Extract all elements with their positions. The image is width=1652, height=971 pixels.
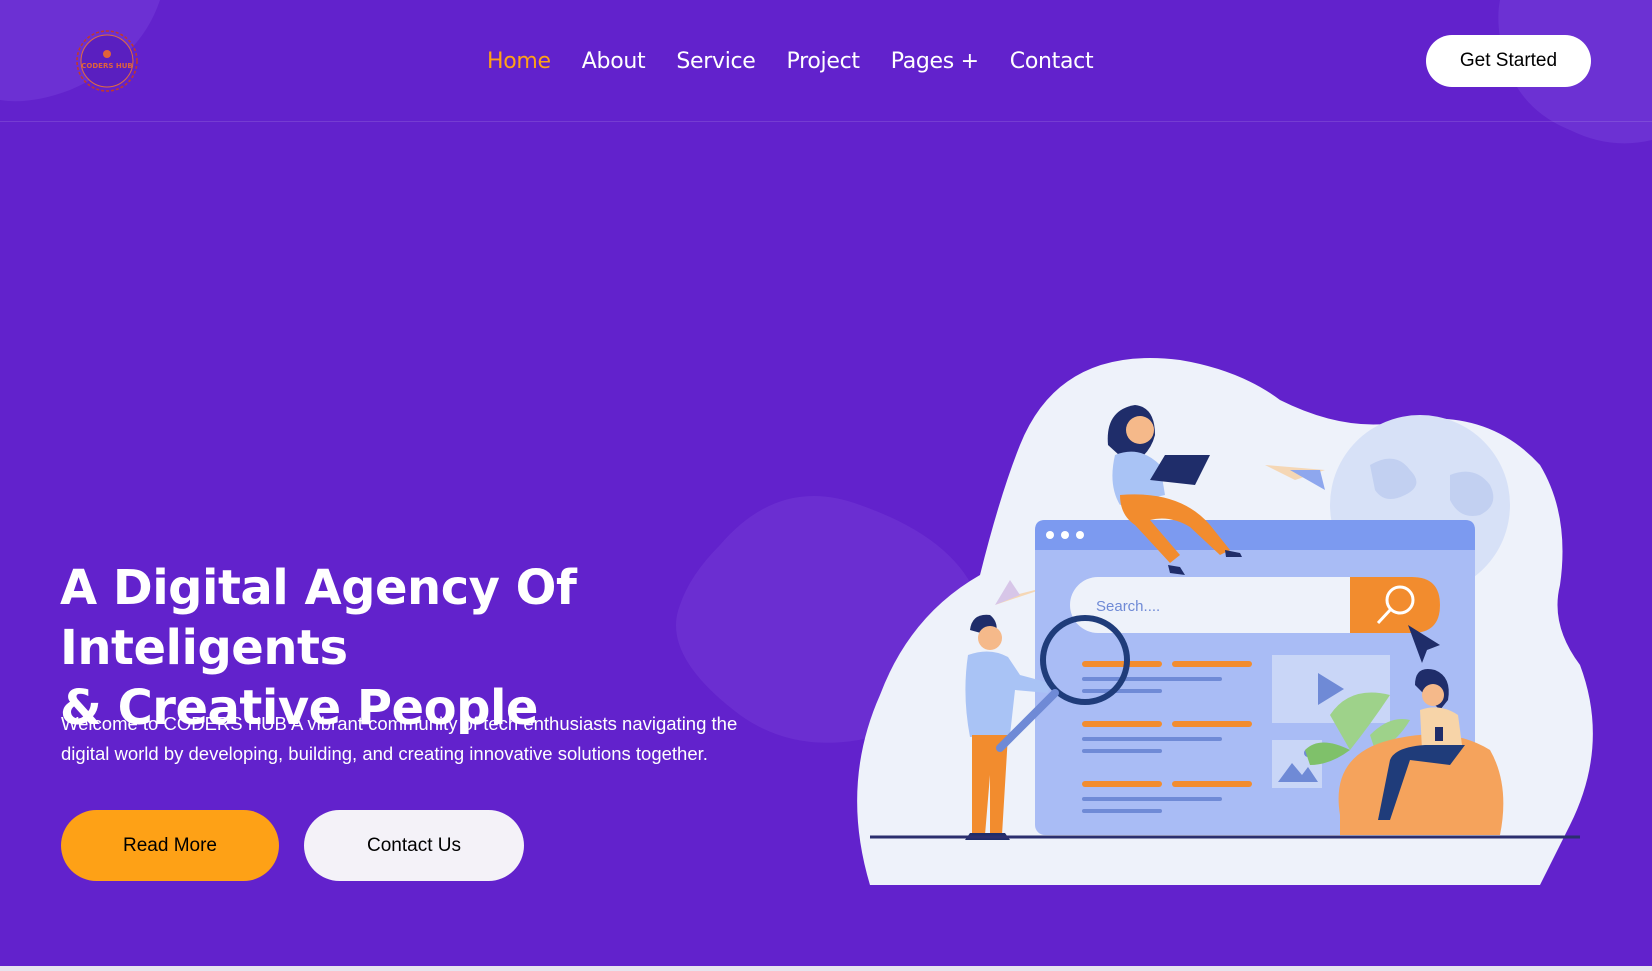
nav-pages-dropdown[interactable]: Pages + xyxy=(891,49,979,74)
site-header: CODERS HUB Home About Service Project Pa… xyxy=(0,0,1652,122)
hero-description: Welcome to CODERS HUB A vibrant communit… xyxy=(61,709,821,769)
hero-description-line-2: digital world by developing, building, a… xyxy=(61,743,708,764)
hero-illustration: Search.... xyxy=(857,358,1593,886)
nav-project[interactable]: Project xyxy=(787,49,860,74)
logo-badge-icon: CODERS HUB xyxy=(76,30,138,92)
nav-service[interactable]: Service xyxy=(676,49,756,74)
hero-title-line-1: A Digital Agency Of Inteligents xyxy=(60,560,577,676)
coders-hub-logo[interactable]: CODERS HUB xyxy=(74,28,140,94)
main-nav: Home About Service Project Pages + Conta… xyxy=(487,44,1094,78)
nav-contact[interactable]: Contact xyxy=(1010,49,1094,74)
contact-us-button[interactable]: Contact Us xyxy=(304,810,524,881)
get-started-button[interactable]: Get Started xyxy=(1426,35,1591,87)
page: CODERS HUB Home About Service Project Pa… xyxy=(0,0,1652,971)
illustration-search-placeholder: Search.... xyxy=(1096,598,1160,615)
read-more-button[interactable]: Read More xyxy=(61,810,279,881)
logo-text: CODERS HUB xyxy=(81,62,132,70)
nav-about[interactable]: About xyxy=(582,49,646,74)
hero-description-line-1: Welcome to CODERS HUB A vibrant communit… xyxy=(61,713,738,734)
bottom-edge xyxy=(0,966,1652,971)
nav-home[interactable]: Home xyxy=(487,49,551,74)
